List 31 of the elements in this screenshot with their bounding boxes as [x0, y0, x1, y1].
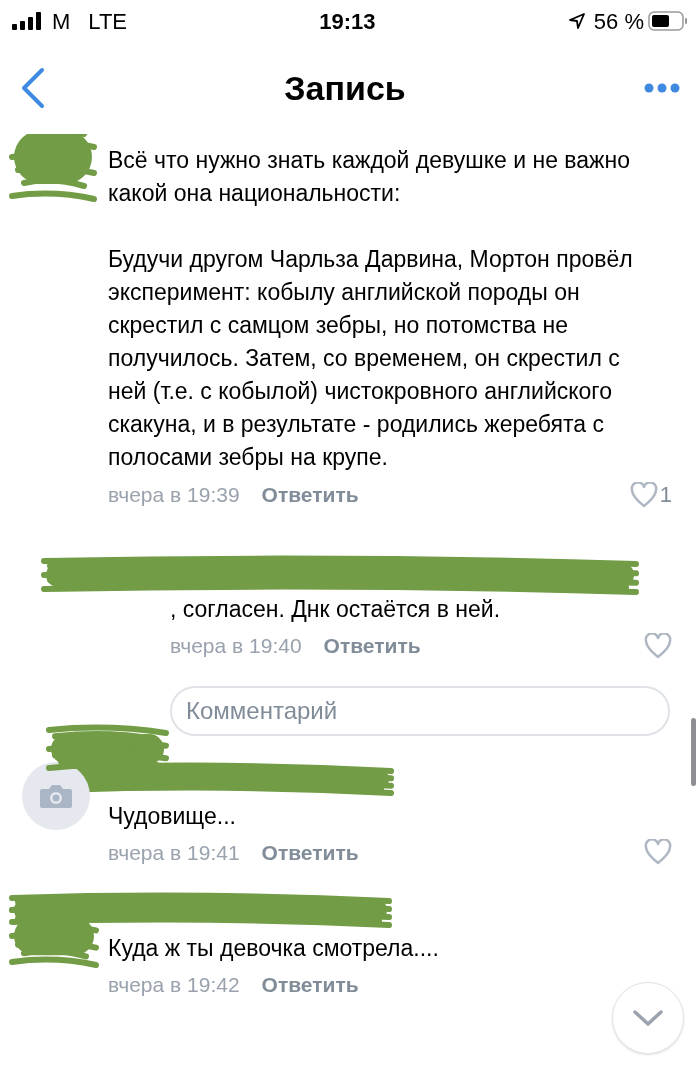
heart-icon[interactable]	[629, 481, 658, 508]
comment-text: Чудовище...	[108, 801, 237, 831]
page-title: Запись	[284, 67, 406, 109]
comment-text: Будучи другом Чарльза Дарвина, Мортон провёл эксперимент: кобылу английской породы он скрестил с самцом зебры, но потомства не получилось. Затем, со временем, он скрестил с ней (т.е. с кобылой) чистокровного английского скакуна, и в результате - родились жеребята с полосами зебры на крупе.	[108, 245, 634, 472]
scroll-down-button[interactable]	[612, 982, 684, 1054]
reply-link[interactable]: Ответить	[261, 969, 359, 1001]
battery-icon	[648, 10, 688, 32]
comment-field[interactable]: Комментарий	[170, 685, 670, 736]
comment-time: вчера в 19:39	[108, 481, 240, 508]
comment-text: Всё что нужно знать каждой девушке и не важно какой она национальности:	[108, 146, 631, 208]
comment-time: вчера в 19:42	[108, 972, 240, 998]
reply-link[interactable]: Ответить	[261, 836, 359, 868]
reply-link[interactable]: Ответить	[261, 478, 359, 511]
carrier-name: M	[52, 7, 71, 36]
like-count: 1	[659, 481, 672, 509]
camera-icon	[39, 782, 73, 809]
heart-icon[interactable]	[644, 839, 672, 866]
location-icon	[567, 12, 586, 30]
scroll-indicator	[691, 718, 696, 786]
comment-text: , согласен. Днк остаётся в ней.	[170, 595, 502, 624]
back-icon[interactable]	[20, 67, 46, 109]
network-type: LTE	[88, 7, 128, 36]
comment-text: Куда ж ты девочка смотрела....	[108, 934, 440, 963]
battery-level: 56 %	[593, 7, 644, 36]
more-icon[interactable]	[644, 83, 680, 93]
comment-time: вчера в 19:41	[108, 839, 240, 866]
heart-icon[interactable]	[644, 632, 672, 659]
comment-time: вчера в 19:40	[170, 633, 302, 659]
chevron-down-icon	[632, 1009, 664, 1027]
clock: 19:13	[319, 7, 376, 36]
reply-link[interactable]: Ответить	[323, 630, 421, 662]
